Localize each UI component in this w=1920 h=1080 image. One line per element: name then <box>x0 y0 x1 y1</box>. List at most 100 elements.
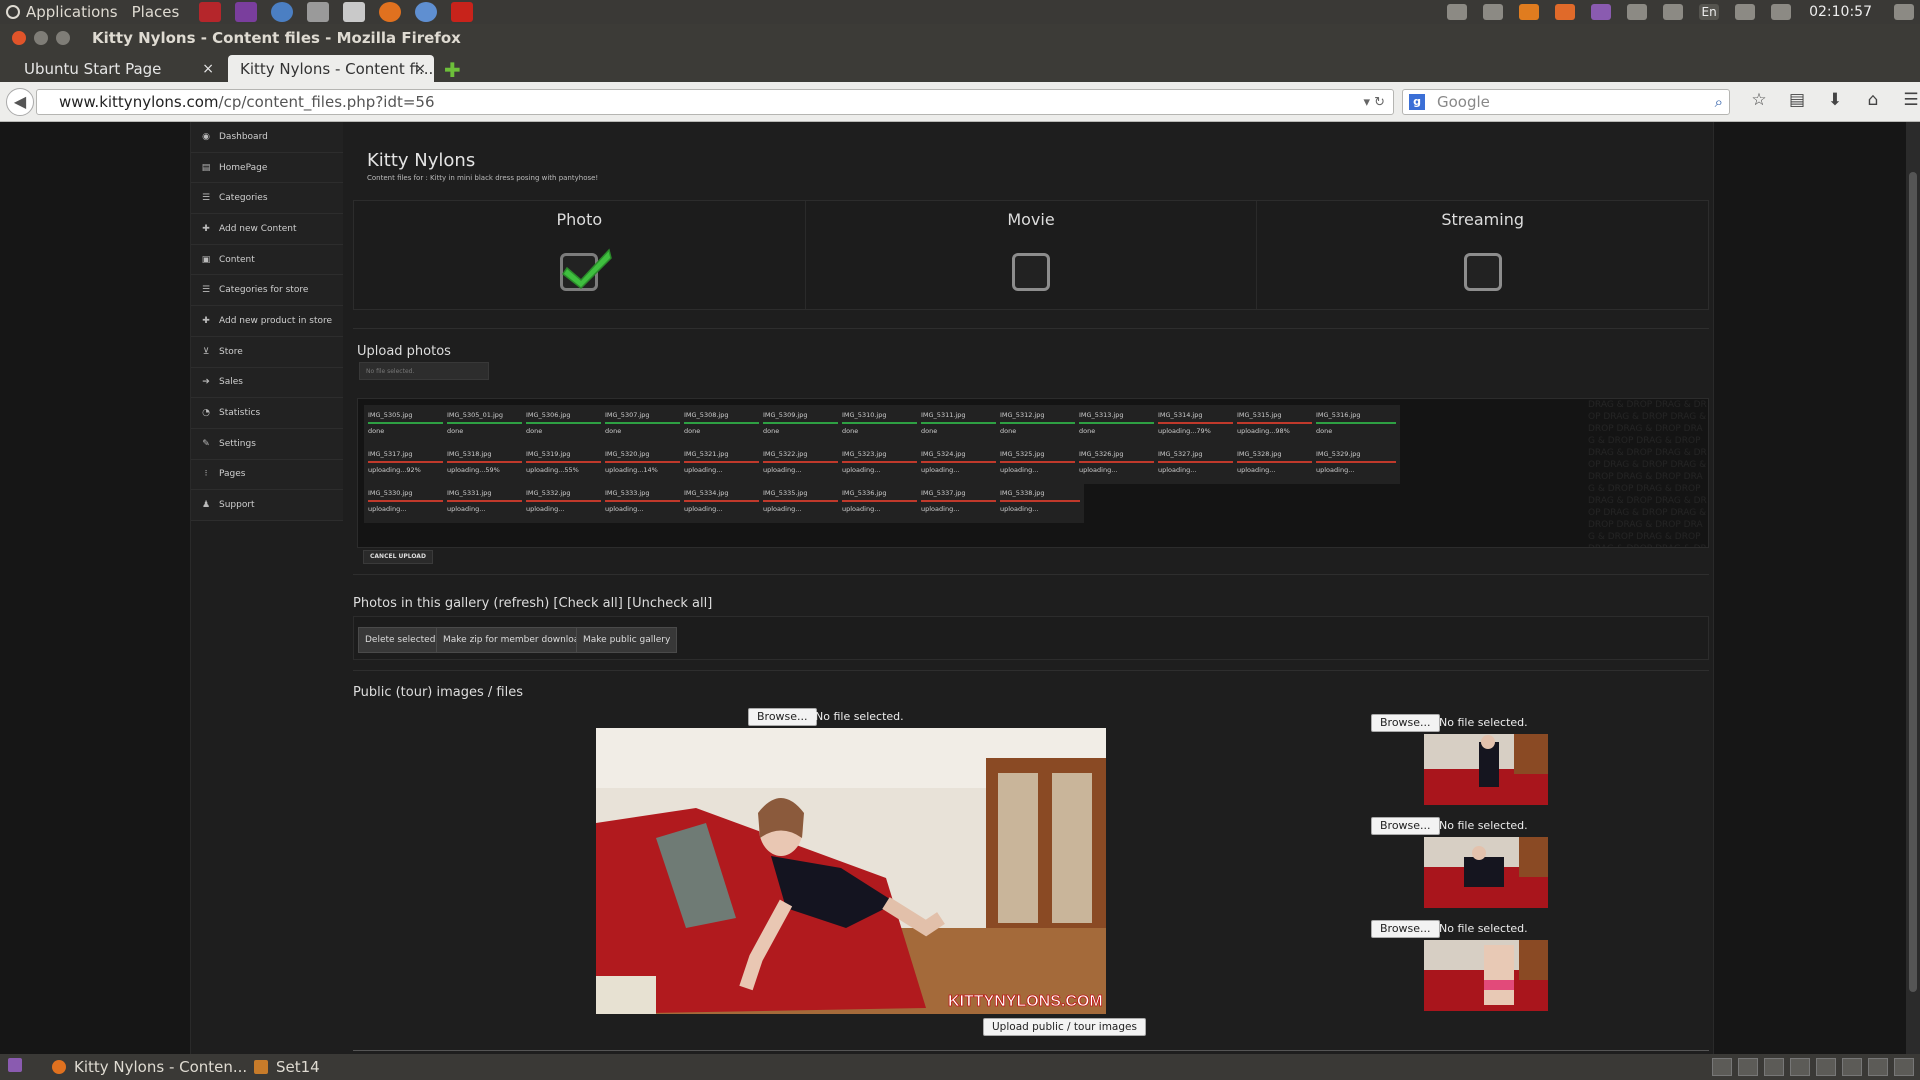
show-desktop-icon[interactable] <box>8 1058 30 1072</box>
network-tray-icon[interactable] <box>1663 4 1684 20</box>
sidebar-item-homepage[interactable]: ▤ HomePage <box>191 152 343 184</box>
upload-public-images-button[interactable]: Upload public / tour images <box>983 1018 1146 1036</box>
sidebar-item-dashboard[interactable]: ◉ Dashboard <box>191 122 343 153</box>
thumb3-browse-button[interactable]: Browse... <box>1371 920 1440 938</box>
workspace-switcher[interactable] <box>1706 1058 1914 1076</box>
search-icon[interactable]: ⌕ <box>1715 93 1723 111</box>
tab-label: Kitty Nylons - Content fi... <box>240 59 434 78</box>
upload-file-name: IMG_5329.jpg <box>1316 450 1361 458</box>
sidebar-item-support[interactable]: ♟ Support <box>191 490 343 521</box>
sidebar-item-add-new-product-in-store[interactable]: ✚ Add new product in store <box>191 306 343 337</box>
sidebar-item-statistics[interactable]: ◔ Statistics <box>191 398 343 429</box>
make-zip-button[interactable]: Make zip for member download <box>436 627 593 653</box>
google-icon[interactable]: g <box>1409 94 1425 110</box>
main-browse-button[interactable]: Browse... <box>748 708 817 726</box>
app-launcher-icon[interactable] <box>199 2 222 22</box>
upload-file-status: uploading... <box>921 466 960 474</box>
sidebar-item-label: Store <box>219 346 243 357</box>
sidebar-item-settings[interactable]: ✎ Settings <box>191 428 343 460</box>
workspace-1[interactable] <box>1712 1058 1732 1076</box>
tab-ubuntu-start-page[interactable]: Ubuntu Start Page × <box>12 55 222 82</box>
page-scrollbar[interactable] <box>1906 122 1920 1054</box>
upload-progress-bar <box>605 500 685 502</box>
thumb1-browse-button[interactable]: Browse... <box>1371 714 1440 732</box>
monitor-launcher-icon[interactable] <box>235 2 258 22</box>
reload-icon[interactable]: ▾ ↻ <box>1363 95 1385 110</box>
sidebar-item-sales[interactable]: ➔ Sales <box>191 367 343 399</box>
sidebar-item-label: Dashboard <box>219 131 268 142</box>
workspace-4[interactable] <box>1790 1058 1810 1076</box>
upload-file-name: IMG_5313.jpg <box>1079 411 1124 419</box>
taskbar-item-firefox[interactable]: Kitty Nylons - Conten... <box>52 1058 247 1076</box>
upload-file-name: IMG_5307.jpg <box>605 411 650 419</box>
url-bar[interactable]: www.kittynylons.com/cp/content_files.php… <box>36 89 1394 115</box>
streaming-checkbox[interactable] <box>1463 253 1502 291</box>
home-icon[interactable]: ⌂ <box>1854 90 1892 110</box>
screenshot-tray-icon[interactable] <box>1447 4 1468 20</box>
places-menu[interactable]: Places <box>132 3 180 21</box>
workspace-5[interactable] <box>1816 1058 1836 1076</box>
upload-progress-bar <box>1237 422 1317 424</box>
upload-file-status: uploading... <box>526 505 565 513</box>
upload-file-tile: IMG_5323.jpg uploading... <box>838 444 926 484</box>
tab-kitty-nylons[interactable]: Kitty Nylons - Content fi... × <box>228 55 434 82</box>
cancel-upload-button[interactable]: CANCEL UPLOAD <box>363 550 433 564</box>
window-close-icon[interactable] <box>12 31 26 45</box>
workspace-6[interactable] <box>1842 1058 1862 1076</box>
gear-icon[interactable] <box>1894 4 1914 20</box>
calculator-launcher-icon[interactable] <box>307 2 330 22</box>
delete-selected-button[interactable]: Delete selected <box>358 627 443 653</box>
back-button[interactable]: ◀ <box>6 87 34 116</box>
chromium-launcher-icon[interactable] <box>415 2 438 22</box>
bookmarks-list-icon[interactable]: ▤ <box>1778 90 1816 110</box>
sidebar-item-add-new-content[interactable]: ✚ Add new Content <box>191 214 343 245</box>
workspace-3[interactable] <box>1764 1058 1784 1076</box>
upload-progress-bar <box>684 422 764 424</box>
upload-file-status: done <box>1316 427 1333 435</box>
text-editor-launcher-icon[interactable] <box>343 2 366 22</box>
upload-file-tile: IMG_5308.jpg done <box>680 405 768 445</box>
firefox-launcher-icon[interactable] <box>379 2 402 22</box>
trash-icon[interactable] <box>1894 1058 1914 1076</box>
new-tab-icon[interactable]: ✚ <box>444 58 461 82</box>
make-public-gallery-button[interactable]: Make public gallery <box>576 627 678 653</box>
pidgin-tray-icon[interactable] <box>1591 4 1612 20</box>
volume-tray-icon[interactable] <box>1771 4 1792 20</box>
applications-menu[interactable]: Applications <box>26 3 118 21</box>
mail-tray-icon[interactable] <box>1735 4 1756 20</box>
tab-close-icon[interactable]: × <box>414 61 426 77</box>
sidebar-item-categories-for-store[interactable]: ☰ Categories for store <box>191 275 343 307</box>
photo-checkbox[interactable] <box>560 248 613 291</box>
download-icon[interactable]: ⬇ <box>1816 90 1854 110</box>
thumb3-no-file-label: No file selected. <box>1439 922 1528 935</box>
gallery-title[interactable]: Photos in this gallery (refresh) [Check … <box>353 596 712 611</box>
sidebar-item-pages[interactable]: ⁝ Pages <box>191 459 343 491</box>
upload-file-name: IMG_5309.jpg <box>763 411 808 419</box>
vlc-tray-icon[interactable] <box>1519 4 1540 20</box>
dropbox-tray-icon[interactable] <box>1627 4 1648 20</box>
bookmark-star-icon[interactable]: ☆ <box>1740 90 1778 110</box>
hamburger-menu-icon[interactable]: ☰ <box>1892 90 1920 110</box>
sidebar-item-label: Pages <box>219 469 246 480</box>
clock[interactable]: 02:10:57 <box>1809 4 1872 20</box>
tab-close-icon[interactable]: × <box>202 61 214 77</box>
thunderbird-launcher-icon[interactable] <box>271 2 294 22</box>
scrollbar-thumb[interactable] <box>1909 172 1917 992</box>
workspace-2[interactable] <box>1738 1058 1758 1076</box>
workspace-7[interactable] <box>1868 1058 1888 1076</box>
sidebar-item-content[interactable]: ▣ Content <box>191 244 343 276</box>
upload-drop-zone[interactable]: DRAG & DROP DRAG & DROP DRAG & DROP DRAG… <box>357 398 1709 548</box>
search-bar[interactable]: g Google ⌕ <box>1402 89 1730 115</box>
clapper-tray-icon[interactable] <box>1483 4 1504 20</box>
sidebar-item-store[interactable]: ⊻ Store <box>191 336 343 368</box>
upload-file-input[interactable]: No file selected. <box>359 362 489 380</box>
sidebar-item-categories[interactable]: ☰ Categories <box>191 183 343 215</box>
movie-checkbox[interactable] <box>1012 253 1050 291</box>
keyboard-layout-indicator[interactable]: En <box>1699 4 1720 20</box>
filezilla-launcher-icon[interactable] <box>451 2 474 22</box>
thumb2-browse-button[interactable]: Browse... <box>1371 817 1440 835</box>
taskbar-item-set14[interactable]: Set14 <box>254 1058 320 1076</box>
update-tray-icon[interactable] <box>1555 4 1576 20</box>
window-minimize-icon[interactable] <box>34 31 48 45</box>
window-maximize-icon[interactable] <box>56 31 70 45</box>
